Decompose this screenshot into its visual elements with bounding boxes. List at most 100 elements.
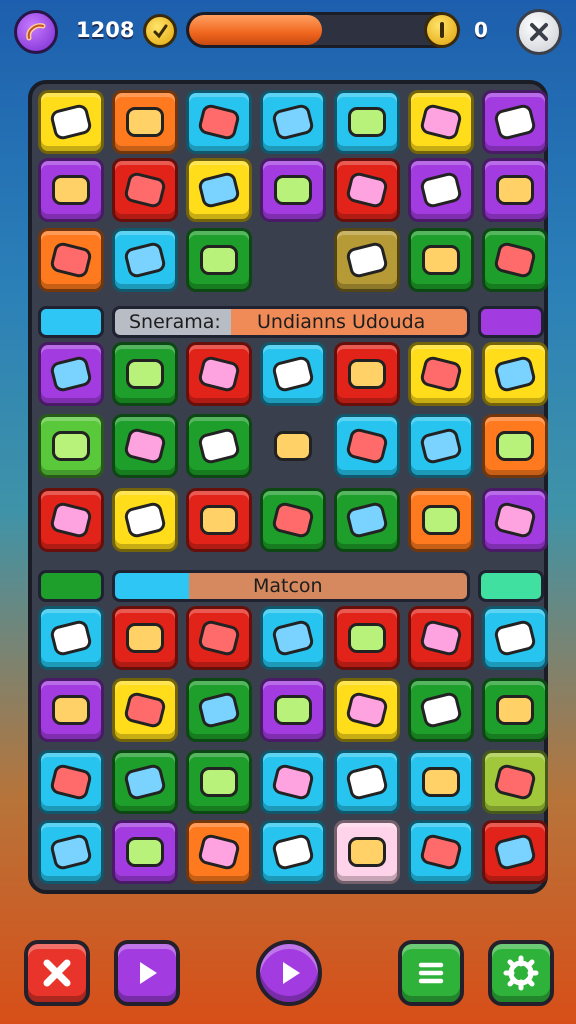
game-tile[interactable] (408, 342, 474, 406)
game-tile[interactable] (408, 606, 474, 670)
game-tile[interactable] (112, 606, 178, 670)
game-tile[interactable] (38, 606, 104, 670)
banner-label-left: Snerama: (129, 311, 221, 333)
game-tile[interactable] (112, 90, 178, 154)
game-tile[interactable] (408, 158, 474, 222)
game-tile[interactable] (38, 158, 104, 222)
crayon-icon (418, 354, 464, 394)
game-tile[interactable] (334, 228, 400, 292)
game-tile[interactable] (334, 606, 400, 670)
game-tile[interactable] (112, 414, 178, 478)
game-tile[interactable] (482, 228, 548, 292)
game-tile[interactable] (112, 678, 178, 742)
game-tile[interactable] (334, 414, 400, 478)
tools-button[interactable] (24, 940, 90, 1006)
game-tile[interactable] (408, 228, 474, 292)
flower-icon (122, 690, 168, 730)
game-tile[interactable] (38, 820, 104, 884)
game-tile[interactable] (482, 606, 548, 670)
game-tile[interactable] (334, 678, 400, 742)
game-tile[interactable] (38, 678, 104, 742)
game-tile[interactable] (334, 90, 400, 154)
menu-button[interactable] (398, 940, 464, 1006)
game-tile[interactable] (408, 90, 474, 154)
game-tile[interactable] (260, 158, 326, 222)
heart-icon (48, 762, 94, 802)
book-icon (348, 107, 386, 137)
game-tile[interactable] (482, 342, 548, 406)
game-tile[interactable] (260, 606, 326, 670)
game-tile[interactable] (408, 820, 474, 884)
game-tile[interactable] (260, 488, 326, 552)
game-tile[interactable] (260, 342, 326, 406)
close-icon (530, 23, 548, 41)
game-tile[interactable] (260, 90, 326, 154)
game-tile[interactable] (186, 750, 252, 814)
game-tile[interactable] (112, 342, 178, 406)
gear-icon (48, 500, 94, 540)
clock-icon (143, 14, 177, 48)
game-tile[interactable] (38, 488, 104, 552)
puddle-icon (200, 245, 238, 275)
play-round-button[interactable] (256, 940, 322, 1006)
game-tile[interactable] (112, 750, 178, 814)
game-tile[interactable] (482, 158, 548, 222)
game-tile[interactable] (482, 750, 548, 814)
game-tile[interactable] (112, 820, 178, 884)
game-tile[interactable] (334, 820, 400, 884)
game-tile[interactable] (482, 488, 548, 552)
game-tile[interactable] (112, 158, 178, 222)
flashlight-icon (418, 832, 464, 872)
keyboard-icon (270, 500, 316, 540)
game-tile[interactable] (334, 342, 400, 406)
settings-button[interactable] (488, 940, 554, 1006)
game-tile[interactable] (482, 820, 548, 884)
cog-icon (418, 618, 464, 658)
game-tile[interactable] (408, 488, 474, 552)
game-tile[interactable] (112, 228, 178, 292)
bottle-icon (126, 359, 164, 389)
game-tile[interactable] (482, 414, 548, 478)
match-banner-left-cap (38, 570, 104, 602)
paintbrush-icon (344, 240, 390, 280)
game-tile[interactable] (186, 228, 252, 292)
game-tile[interactable] (260, 414, 326, 478)
play-button[interactable] (114, 940, 180, 1006)
game-tile[interactable] (186, 820, 252, 884)
game-tile[interactable] (186, 158, 252, 222)
game-tile[interactable] (38, 414, 104, 478)
mushroom-icon (122, 500, 168, 540)
game-tile[interactable] (482, 678, 548, 742)
bone-icon (422, 245, 460, 275)
shell-icon (52, 431, 90, 461)
game-tile[interactable] (334, 488, 400, 552)
game-tile[interactable] (260, 228, 326, 292)
donut-icon (196, 354, 242, 394)
pickle-icon (52, 175, 90, 205)
game-tile[interactable] (408, 414, 474, 478)
game-tile[interactable] (186, 678, 252, 742)
game-tile[interactable] (408, 678, 474, 742)
game-tile[interactable] (38, 228, 104, 292)
game-tile[interactable] (186, 606, 252, 670)
eraser-icon (422, 505, 460, 535)
game-tile[interactable] (260, 750, 326, 814)
game-tile[interactable] (186, 488, 252, 552)
info-banner: Snerama: Undianns Udouda (112, 306, 470, 338)
game-tile[interactable] (38, 750, 104, 814)
sausage-icon[interactable] (14, 10, 58, 54)
game-tile[interactable] (38, 90, 104, 154)
game-tile[interactable] (334, 158, 400, 222)
game-tile[interactable] (186, 414, 252, 478)
game-tile[interactable] (38, 342, 104, 406)
game-tile[interactable] (334, 750, 400, 814)
close-button[interactable] (516, 9, 562, 55)
game-tile[interactable] (482, 90, 548, 154)
palm-tree-icon (492, 354, 538, 394)
game-tile[interactable] (112, 488, 178, 552)
game-tile[interactable] (186, 90, 252, 154)
game-tile[interactable] (186, 342, 252, 406)
game-tile[interactable] (260, 820, 326, 884)
game-tile[interactable] (408, 750, 474, 814)
game-tile[interactable] (260, 678, 326, 742)
